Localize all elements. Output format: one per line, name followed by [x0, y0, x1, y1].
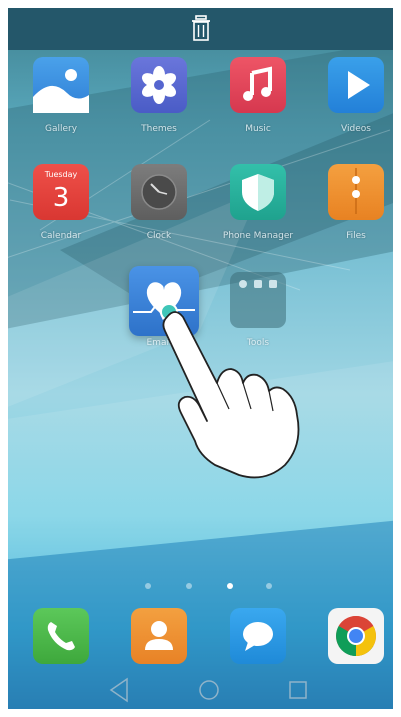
calendar-weekday: Tuesday: [44, 170, 78, 179]
recents-icon[interactable]: [289, 681, 307, 699]
calendar-label: Calendar: [40, 231, 82, 241]
chrome-app[interactable]: [328, 608, 384, 664]
folder-clip-icon: [352, 168, 360, 214]
page-dot[interactable]: [186, 583, 192, 589]
touch-hand-icon: [162, 311, 300, 479]
music-label: Music: [245, 124, 271, 134]
music-note-icon: [243, 66, 272, 101]
phone-manager-label: Phone Manager: [222, 231, 294, 241]
music-app[interactable]: [230, 57, 286, 113]
flower-icon: [141, 66, 177, 104]
shield-icon: [242, 174, 274, 211]
files-label: Files: [346, 231, 366, 241]
chat-bubble-icon: [243, 622, 273, 651]
page-dot-active[interactable]: [227, 583, 233, 589]
themes-app[interactable]: [131, 57, 187, 113]
messaging-app[interactable]: [230, 608, 286, 664]
page-dot[interactable]: [266, 583, 272, 589]
navigation-bar: [109, 677, 307, 703]
play-icon: [348, 71, 370, 99]
chrome-icon: [336, 616, 376, 656]
back-icon[interactable]: [109, 677, 128, 703]
gallery-app[interactable]: [33, 57, 89, 113]
videos-label: Videos: [341, 124, 371, 134]
trash-icon[interactable]: [192, 15, 210, 43]
home-icon[interactable]: [199, 680, 219, 700]
page-indicator: [0, 583, 401, 591]
calendar-app[interactable]: Tuesday 3: [33, 164, 89, 220]
phone-manager-app[interactable]: [230, 164, 286, 220]
themes-label: Themes: [141, 124, 177, 134]
phone-icon: [47, 622, 75, 651]
clock-app[interactable]: [131, 164, 187, 220]
contact-person-icon: [145, 621, 173, 650]
videos-app[interactable]: [328, 57, 384, 113]
files-app[interactable]: [328, 164, 384, 220]
calendar-day: 3: [52, 183, 70, 213]
page-dot[interactable]: [145, 583, 151, 589]
gallery-icon: [33, 69, 89, 113]
gallery-label: Gallery: [44, 124, 78, 134]
phone-app[interactable]: [33, 608, 89, 664]
home-screen: Gallery Themes Music Videos Tuesday 3 Ca…: [0, 0, 401, 717]
clock-label: Clock: [146, 231, 172, 241]
clock-icon: [141, 174, 177, 210]
contacts-app[interactable]: [131, 608, 187, 664]
